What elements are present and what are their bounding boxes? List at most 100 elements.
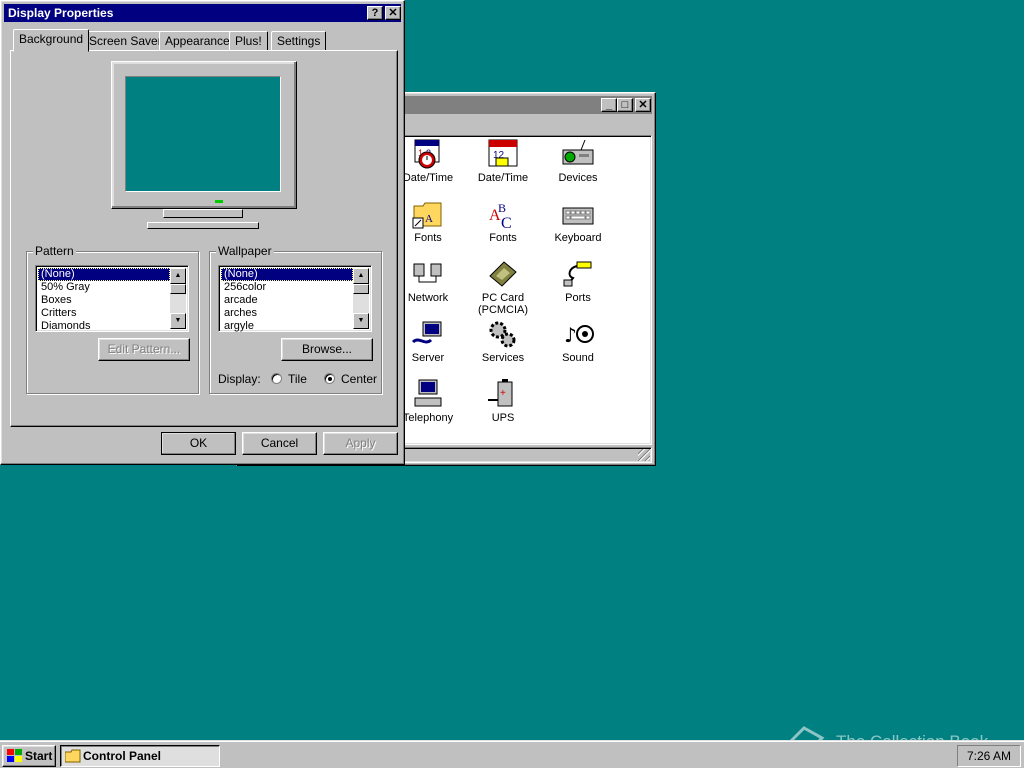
minimize-button[interactable]: _ [601, 98, 617, 112]
display-properties-dialog: Display Properties ? ✕ Background Screen… [0, 0, 405, 465]
list-item[interactable]: Boxes [38, 294, 170, 307]
dialog-titlebar[interactable]: Display Properties [4, 4, 401, 22]
tile-radio[interactable] [271, 373, 282, 384]
start-button[interactable]: Start [2, 745, 56, 767]
icon-label: Date/Time [477, 172, 529, 184]
icon-label: Fonts [489, 232, 517, 244]
icon-fonts[interactable]: ABC Fonts [468, 198, 538, 244]
pattern-group: Pattern (None) 50% Gray Boxes Critters D… [26, 244, 199, 394]
wallpaper-label: Wallpaper [216, 244, 274, 258]
maximize-button[interactable]: □ [617, 98, 633, 112]
icon-label: Keyboard [554, 232, 602, 244]
windows-logo-icon [7, 749, 22, 762]
tab-appearance[interactable]: Appearance [159, 31, 236, 51]
devices-icon [561, 138, 595, 170]
svg-text:A: A [425, 213, 433, 225]
icon-services[interactable]: Services [468, 318, 538, 364]
svg-text:C: C [501, 215, 512, 230]
close-button[interactable]: ✕ [385, 6, 401, 20]
icon-label: Ports [565, 292, 591, 304]
icon-label: Services [481, 352, 525, 364]
tab-screen-saver[interactable]: Screen Saver [83, 31, 168, 51]
icon-ups[interactable]: + UPS [468, 378, 538, 424]
monitor-screen [125, 76, 281, 192]
monitor-neck [163, 209, 243, 218]
icon-pc-card[interactable]: PC Card (PCMCIA) [468, 258, 538, 316]
list-item[interactable]: arches [221, 307, 353, 320]
list-item[interactable]: 256color [221, 281, 353, 294]
center-label[interactable]: Center [341, 372, 377, 386]
icon-ports[interactable]: Ports [543, 258, 613, 304]
server-icon [411, 318, 445, 350]
close-button[interactable]: ✕ [635, 98, 651, 112]
display-label: Display: [218, 372, 261, 386]
taskbar: Start Control Panel 7:26 AM [0, 740, 1024, 768]
sound-icon: ♪ [561, 318, 595, 350]
calendar-clock-icon: 12 [411, 138, 445, 170]
edit-pattern-button[interactable]: Edit Pattern... [98, 338, 190, 361]
pattern-label: Pattern [33, 244, 76, 258]
calendar-icon: 12 [486, 138, 520, 170]
list-item[interactable]: (None) [221, 268, 353, 281]
fonts-folder-icon: A [411, 198, 445, 230]
scroll-down-icon[interactable]: ▼ [170, 313, 186, 329]
scroll-up-icon[interactable]: ▲ [353, 268, 369, 284]
icon-devices[interactable]: Devices [543, 138, 613, 184]
gears-icon [486, 318, 520, 350]
center-radio[interactable] [324, 373, 335, 384]
icon-datetime-2[interactable]: 12 Date/Time [468, 138, 538, 184]
pattern-scrollbar[interactable]: ▲ ▼ [170, 268, 186, 329]
telephony-icon [411, 378, 445, 410]
resize-grip-icon[interactable] [638, 449, 650, 461]
monitor-base [147, 222, 259, 229]
wallpaper-list[interactable]: (None) 256color arcade arches argyle ▲ ▼ [218, 265, 372, 332]
wallpaper-scrollbar[interactable]: ▲ ▼ [353, 268, 369, 329]
list-item[interactable]: arcade [221, 294, 353, 307]
clock[interactable]: 7:26 AM [967, 749, 1011, 763]
scroll-down-icon[interactable]: ▼ [353, 313, 369, 329]
scroll-thumb[interactable] [353, 284, 369, 294]
tile-label[interactable]: Tile [288, 372, 307, 386]
icon-label: Devices [558, 172, 598, 184]
apply-button[interactable]: Apply [323, 432, 398, 455]
icon-label: UPS [491, 412, 515, 424]
abc-fonts-icon: ABC [486, 198, 520, 232]
tab-settings[interactable]: Settings [271, 31, 327, 51]
pc-card-icon [486, 258, 520, 290]
list-item[interactable]: (None) [38, 268, 170, 281]
list-item[interactable]: 50% Gray [38, 281, 170, 294]
icon-sound[interactable]: ♪ Sound [543, 318, 613, 364]
tab-plus[interactable]: Plus! [229, 31, 268, 51]
list-item[interactable]: Critters [38, 307, 170, 320]
icon-keyboard[interactable]: Keyboard [543, 198, 613, 244]
tab-background[interactable]: Background [13, 29, 90, 52]
help-button[interactable]: ? [367, 6, 383, 20]
control-panel-folder-icon [65, 749, 81, 763]
task-control-panel[interactable]: Control Panel [60, 745, 220, 767]
tab-page: Pattern (None) 50% Gray Boxes Critters D… [10, 50, 398, 427]
scroll-up-icon[interactable]: ▲ [170, 268, 186, 284]
cancel-button[interactable]: Cancel [242, 432, 317, 455]
monitor-power-led [215, 200, 223, 203]
wallpaper-group: Wallpaper (None) 256color arcade arches … [209, 244, 382, 394]
svg-text:+: + [500, 388, 506, 399]
icon-label: Sound [562, 352, 594, 364]
list-item[interactable]: argyle [221, 320, 353, 333]
monitor-preview [111, 61, 297, 231]
dialog-title: Display Properties [8, 6, 114, 20]
keyboard-icon [561, 198, 595, 230]
battery-icon: + [486, 378, 520, 410]
browse-button[interactable]: Browse... [281, 338, 373, 361]
list-item[interactable]: Diamonds [38, 320, 170, 333]
svg-text:♪: ♪ [564, 323, 577, 347]
icon-label: PC Card (PCMCIA) [477, 292, 529, 316]
task-label: Control Panel [83, 749, 162, 763]
scroll-thumb[interactable] [170, 284, 186, 294]
pattern-list[interactable]: (None) 50% Gray Boxes Critters Diamonds … [35, 265, 189, 332]
svg-text:B: B [498, 201, 506, 215]
ok-button[interactable]: OK [161, 432, 236, 455]
network-icon [411, 258, 445, 290]
system-tray: 7:26 AM [957, 745, 1021, 767]
start-label: Start [25, 749, 53, 763]
ports-icon [561, 258, 595, 290]
